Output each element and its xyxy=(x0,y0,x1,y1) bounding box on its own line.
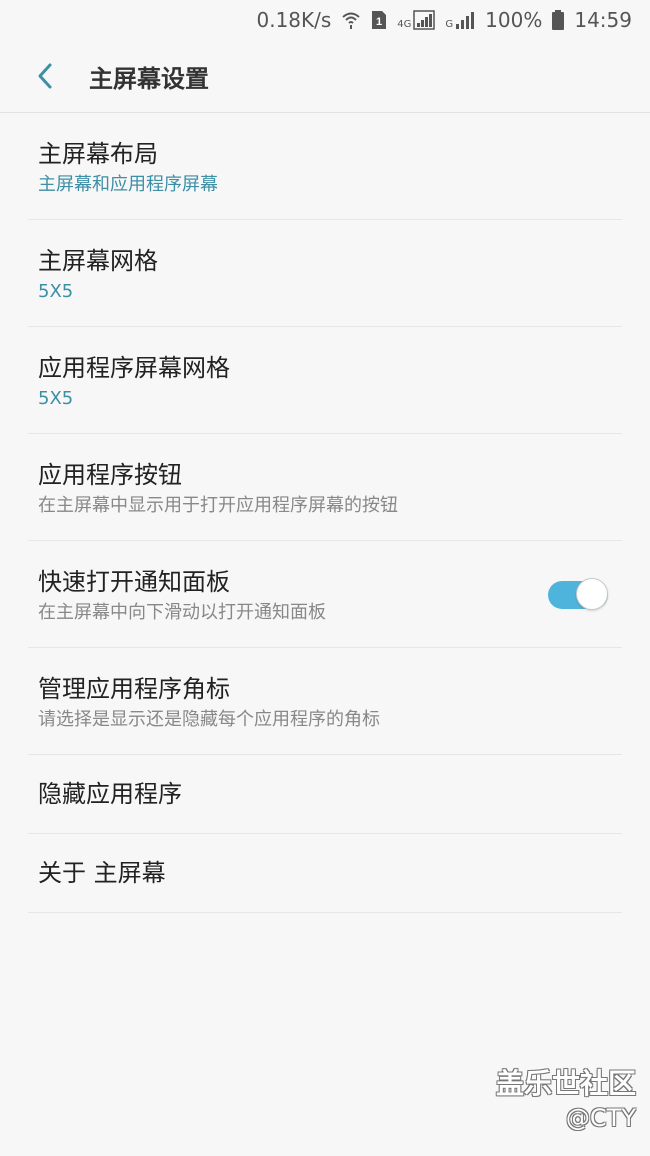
network-type-4g: 4G xyxy=(397,19,412,30)
signal-icon: 4G xyxy=(397,10,436,30)
setting-value: 5X5 xyxy=(38,281,74,302)
setting-title: 隐藏应用程序 xyxy=(38,780,182,808)
setting-title: 关于 主屏幕 xyxy=(38,859,166,887)
setting-description: 在主屏幕中向下滑动以打开通知面板 xyxy=(38,602,326,623)
battery-icon xyxy=(552,10,565,30)
setting-about-home[interactable]: 关于 主屏幕 xyxy=(28,834,622,913)
setting-apps-button[interactable]: 应用程序按钮 在主屏幕中显示用于打开应用程序屏幕的按钮 xyxy=(28,434,622,541)
setting-home-layout[interactable]: 主屏幕布局 主屏幕和应用程序屏幕 xyxy=(28,113,622,220)
battery-percent: 100% xyxy=(485,8,543,32)
network-type-g: G xyxy=(445,19,454,30)
setting-description: 请选择是显示还是隐藏每个应用程序的角标 xyxy=(38,709,380,730)
signal-icon: G xyxy=(445,10,475,30)
chevron-left-icon xyxy=(38,63,52,89)
settings-list: 主屏幕布局 主屏幕和应用程序屏幕 主屏幕网格 5X5 应用程序屏幕网格 5X5 … xyxy=(28,113,622,913)
setting-value: 主屏幕和应用程序屏幕 xyxy=(38,174,218,195)
setting-app-badges[interactable]: 管理应用程序角标 请选择是显示还是隐藏每个应用程序的角标 xyxy=(28,648,622,755)
network-speed: 0.18K/s xyxy=(256,8,332,32)
setting-home-grid[interactable]: 主屏幕网格 5X5 xyxy=(28,220,622,327)
toggle-thumb xyxy=(576,578,608,610)
setting-title: 应用程序屏幕网格 xyxy=(38,354,230,382)
setting-hide-apps[interactable]: 隐藏应用程序 xyxy=(28,755,622,834)
setting-title: 主屏幕布局 xyxy=(38,140,158,168)
setting-title: 主屏幕网格 xyxy=(38,247,158,275)
setting-apps-grid[interactable]: 应用程序屏幕网格 5X5 xyxy=(28,327,622,434)
notification-panel-toggle[interactable] xyxy=(548,578,608,612)
setting-description: 在主屏幕中显示用于打开应用程序屏幕的按钮 xyxy=(38,495,398,516)
sim-icon: 1 xyxy=(371,10,387,30)
clock: 14:59 xyxy=(574,8,632,32)
setting-title: 管理应用程序角标 xyxy=(38,675,230,703)
page-title: 主屏幕设置 xyxy=(89,64,209,93)
watermark-author: @CTY xyxy=(565,1104,636,1132)
back-button[interactable] xyxy=(25,56,65,96)
setting-quick-notification-panel[interactable]: 快速打开通知面板 在主屏幕中向下滑动以打开通知面板 xyxy=(28,541,622,648)
setting-value: 5X5 xyxy=(38,388,74,409)
watermark-community: 盖乐世社区 xyxy=(495,1067,636,1100)
setting-title: 快速打开通知面板 xyxy=(38,568,230,596)
status-bar: 0.18K/s 1 4G G 100% 14:59 xyxy=(0,0,650,40)
app-header: 主屏幕设置 xyxy=(0,40,650,113)
wifi-icon xyxy=(341,11,361,29)
setting-title: 应用程序按钮 xyxy=(38,461,182,489)
sim-badge: 1 xyxy=(376,16,382,28)
